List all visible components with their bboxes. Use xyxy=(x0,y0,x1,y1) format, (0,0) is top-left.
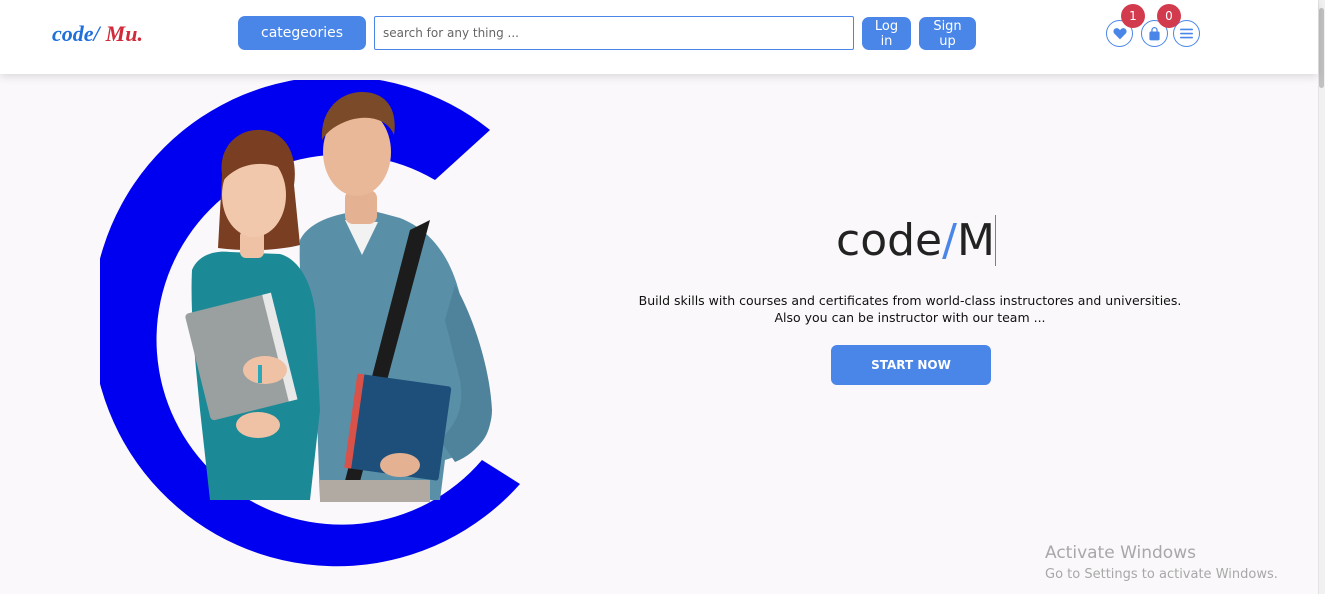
top-navbar: code/Mu. categeories Log in Sign up xyxy=(0,0,1318,74)
search-input[interactable] xyxy=(374,16,854,50)
site-logo[interactable]: code/Mu. xyxy=(52,20,143,48)
favorites-count-badge: 1 xyxy=(1121,4,1145,28)
start-now-button[interactable]: START NOW xyxy=(831,345,991,385)
watermark-subtitle: Go to Settings to activate Windows. xyxy=(1045,567,1278,582)
login-button[interactable]: Log in xyxy=(862,17,911,50)
hero-title-typing: M xyxy=(956,215,996,266)
watermark-title: Activate Windows xyxy=(1045,543,1196,563)
scrollbar-thumb[interactable] xyxy=(1319,8,1324,88)
categories-button[interactable]: categeories xyxy=(238,16,366,50)
cart-count-badge: 0 xyxy=(1157,4,1181,28)
heart-icon xyxy=(1112,28,1127,40)
windows-activation-watermark: Activate Windows Go to Settings to activ… xyxy=(1045,542,1278,585)
hero-title: code/M xyxy=(836,213,996,269)
page-scrollbar[interactable] xyxy=(1318,0,1325,594)
hero-description-line2: Also you can be instructor with our team… xyxy=(774,310,1046,325)
hero-description: Build skills with courses and certificat… xyxy=(610,292,1210,326)
hero-illustration xyxy=(100,80,520,567)
menu-icon xyxy=(1180,28,1193,39)
hero-title-code: code xyxy=(836,215,943,266)
hero-description-line1: Build skills with courses and certificat… xyxy=(638,293,1182,308)
shopping-bag-icon xyxy=(1149,26,1160,40)
logo-part-mu: Mu. xyxy=(105,21,143,46)
signup-button[interactable]: Sign up xyxy=(919,17,976,50)
logo-part-code: code/ xyxy=(52,21,100,46)
hero-title-slash: / xyxy=(942,215,957,266)
